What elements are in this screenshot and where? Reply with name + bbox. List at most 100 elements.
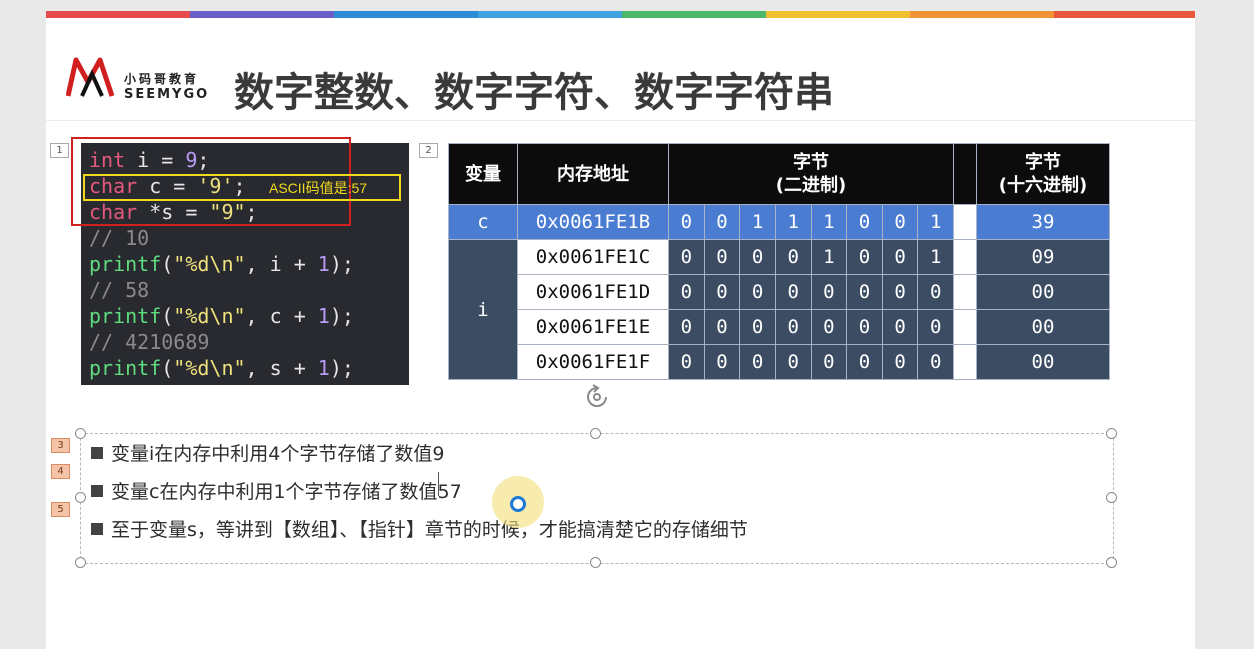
code-token: ); — [329, 356, 354, 380]
bit-cell: 0 — [774, 239, 812, 275]
bit-cell: 0 — [881, 309, 919, 345]
addr-cell: 0x0061FE1F — [517, 344, 669, 380]
bullet-text: 至于变量s，等讲到【数组】、【指针】章节的时候，才能搞清楚它的存储细节 — [111, 519, 748, 541]
code-token: , c + — [245, 304, 318, 328]
color-bar-4 — [478, 11, 622, 18]
bit-cell: 0 — [668, 309, 705, 345]
bit-cell: 0 — [881, 239, 919, 275]
bit-cell: 0 — [739, 274, 776, 310]
bullet-item[interactable]: 变量i在内存中利用4个字节存储了数值9 — [91, 439, 444, 466]
th-hex: 字节 (十六进制) — [976, 143, 1110, 205]
code-token: printf — [89, 252, 162, 276]
bit-cell: 1 — [917, 239, 954, 275]
table-row: 0x0061FE1E 0 0 0 0 0 0 0 0 00 — [449, 309, 1110, 345]
logo-mark-icon — [65, 57, 115, 97]
code-token: ); — [329, 252, 354, 276]
bit-cell: 0 — [881, 204, 919, 240]
tag-1[interactable]: 1 — [50, 143, 69, 158]
tag-5[interactable]: 5 — [51, 502, 70, 517]
code-token: ( — [161, 252, 174, 276]
tag-3[interactable]: 3 — [51, 438, 70, 453]
var-cell: i — [448, 239, 518, 380]
bullet-text: 变量c在内存中利用1个字节存储了数值57 — [111, 481, 462, 503]
resize-handle[interactable] — [590, 428, 601, 439]
resize-handle[interactable] — [1106, 492, 1117, 503]
code-token: , s + — [245, 356, 318, 380]
resize-handle[interactable] — [1106, 428, 1117, 439]
tag-4[interactable]: 4 — [51, 464, 70, 479]
hex-cell: 39 — [976, 204, 1110, 240]
bullet-square-icon — [91, 485, 103, 497]
resize-handle[interactable] — [590, 557, 601, 568]
bit-cell: 0 — [739, 239, 776, 275]
color-bar-1 — [46, 11, 190, 18]
th-address: 内存地址 — [517, 143, 669, 205]
bullet-square-icon — [91, 523, 103, 535]
color-bar-2 — [190, 11, 334, 18]
bit-cell: 0 — [739, 344, 776, 380]
bullet-item[interactable]: 至于变量s，等讲到【数组】、【指针】章节的时候，才能搞清楚它的存储细节 — [91, 515, 748, 542]
bit-cell: 0 — [739, 309, 776, 345]
bit-cell: 0 — [881, 344, 919, 380]
table-row: 0x0061FE1D 0 0 0 0 0 0 0 0 00 — [449, 274, 1110, 310]
code-token: ); — [329, 304, 354, 328]
resize-handle[interactable] — [75, 557, 86, 568]
hex-cell: 00 — [976, 309, 1110, 345]
bit-cell: 1 — [774, 204, 812, 240]
bit-cell: 0 — [917, 344, 954, 380]
color-bar-5 — [622, 11, 766, 18]
bit-cell: 0 — [703, 239, 741, 275]
bit-cell: 0 — [703, 204, 741, 240]
table-row: i 0x0061FE1C 0 0 0 0 1 0 0 1 09 — [448, 239, 1110, 380]
logo-text-en: SEEMYGO — [124, 87, 210, 102]
code-line-6: // 58 — [89, 278, 150, 302]
hex-cell: 00 — [976, 274, 1110, 310]
color-bar-8 — [1054, 11, 1195, 18]
code-line-7: printf("%d\n", c + 1); — [89, 303, 354, 329]
bit-cell: 0 — [668, 274, 705, 310]
code-token: "%d\n" — [173, 304, 246, 328]
table-header-row: 变量 内存地址 字节 (二进制) 字节 (十六进制) — [448, 143, 1110, 205]
bullet-text: 变量i在内存中利用4个字节存储了数值9 — [111, 443, 445, 465]
slide-title: 数字整数、数字字符、数字字符串 — [234, 70, 834, 116]
gap-cell — [953, 204, 977, 240]
bullet-item[interactable]: 变量c在内存中利用1个字节存储了数值57 — [91, 477, 462, 504]
bit-cell: 1 — [810, 204, 848, 240]
code-line-5: printf("%d\n", i + 1); — [89, 251, 354, 277]
gap-cell — [953, 309, 977, 345]
tag-2[interactable]: 2 — [419, 143, 438, 158]
resize-handle[interactable] — [75, 428, 86, 439]
memory-table[interactable]: 变量 内存地址 字节 (二进制) 字节 (十六进制) c 0x0061FE1B … — [448, 143, 1110, 380]
hex-cell: 00 — [976, 344, 1110, 380]
bit-cell: 0 — [917, 274, 954, 310]
bit-cell: 1 — [917, 204, 954, 240]
gap-cell — [953, 274, 977, 310]
bit-cell: 0 — [703, 274, 741, 310]
th-gap — [953, 143, 977, 205]
rotate-handle-icon[interactable] — [584, 384, 610, 410]
bit-cell: 0 — [810, 309, 848, 345]
bit-cell: 0 — [846, 344, 883, 380]
resize-handle[interactable] — [1106, 557, 1117, 568]
code-line-8: // 4210689 — [89, 330, 210, 354]
code-token: ( — [161, 356, 174, 380]
addr-cell: 0x0061FE1B — [517, 204, 669, 240]
bit-cell: 0 — [703, 309, 741, 345]
code-token: 1 — [317, 304, 330, 328]
bit-cell: 0 — [703, 344, 741, 380]
resize-handle[interactable] — [75, 492, 86, 503]
color-bar-6 — [766, 11, 910, 18]
ascii-annotation: ASCII码值是:57 — [269, 180, 368, 196]
code-line-9: printf("%d\n", s + 1); — [89, 355, 354, 381]
bit-cell: 0 — [846, 274, 883, 310]
slide-header: 小码哥教育 SEEMYGO 数字整数、数字字符、数字字符串 — [46, 18, 1195, 121]
bit-cell: 1 — [810, 239, 848, 275]
gap-cell — [953, 239, 977, 275]
text-caret — [438, 472, 439, 496]
bit-cell: 1 — [739, 204, 776, 240]
addr-cell: 0x0061FE1E — [517, 309, 669, 345]
code-token: printf — [89, 356, 162, 380]
addr-cell: 0x0061FE1C — [517, 239, 669, 275]
bit-cell: 0 — [881, 274, 919, 310]
table-row: c 0x0061FE1B 0 0 1 1 1 0 0 1 39 — [448, 204, 1110, 240]
